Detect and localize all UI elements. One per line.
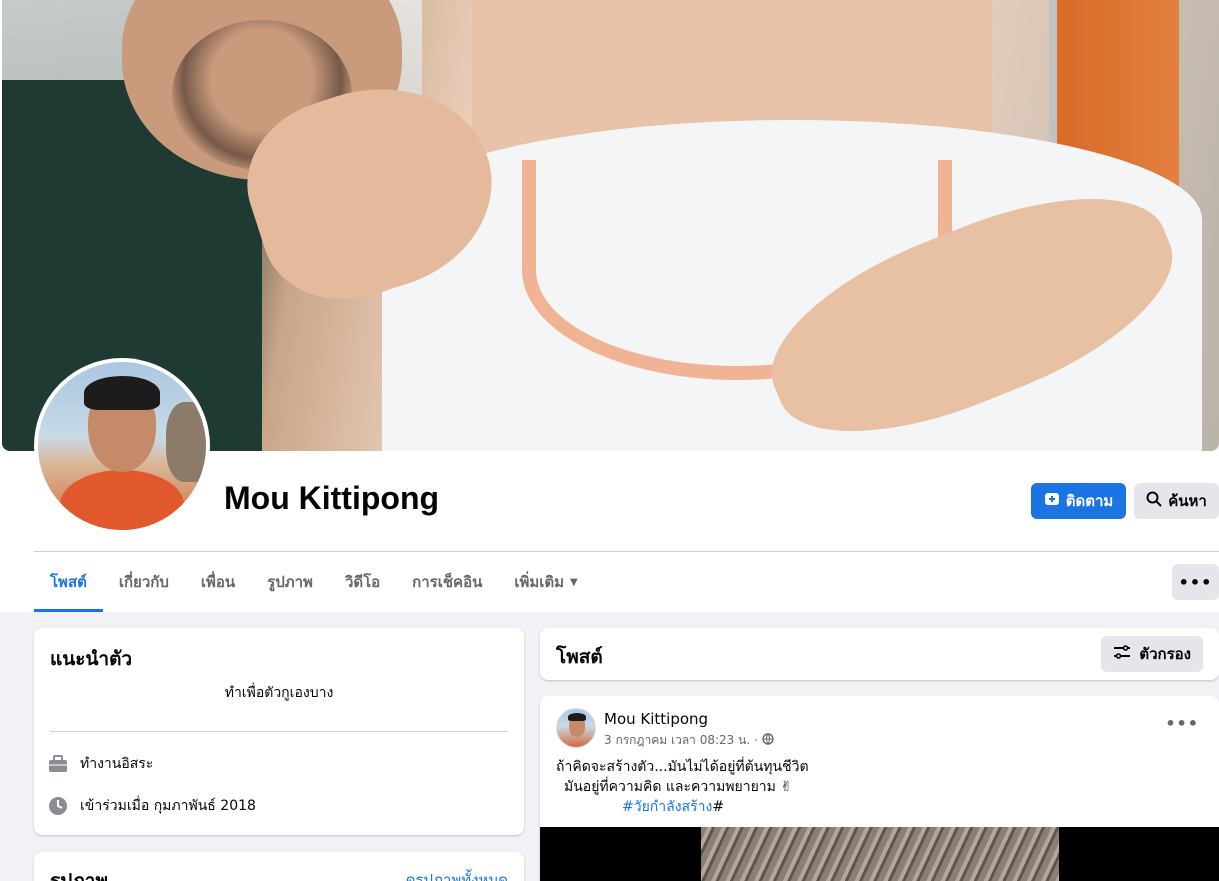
post-text: ถ้าคิดจะสร้างตัว...มันไม่ได้อยู่ที่ต้นทุ… <box>556 759 809 815</box>
follow-button[interactable]: ติดตาม <box>1031 483 1126 519</box>
post-card: Mou Kittipong 3 กรกฎาคม เวลา 08:23 น. · … <box>540 696 1219 881</box>
avatar <box>38 362 206 530</box>
intro-work: ทำงานอิสระ <box>48 753 153 775</box>
post-image <box>701 827 1059 881</box>
intro-title: แนะนำตัว <box>50 648 133 670</box>
see-all-photos-link[interactable]: ดูรูปภาพทั้งหมด <box>406 868 508 881</box>
follow-plus-icon <box>1044 491 1060 511</box>
post-options-button[interactable]: ••• <box>1165 714 1199 733</box>
tab-posts[interactable]: โพสต์ <box>34 552 103 612</box>
post-author-avatar[interactable] <box>556 708 596 748</box>
follow-label: ติดตาม <box>1065 492 1114 510</box>
profile-tabs: โพสต์ เกี่ยวกับ เพื่อน รูปภาพ วิดีโอ การ… <box>34 552 594 612</box>
post-timestamp[interactable]: 3 กรกฎาคม เวลา 08:23 น. · <box>604 731 758 750</box>
post-author-name[interactable]: Mou Kittipong <box>604 710 708 728</box>
profile-name: Mou Kittipong <box>224 480 440 516</box>
tab-checkins[interactable]: การเช็คอิน <box>396 552 498 612</box>
search-button[interactable]: ค้นหา <box>1134 483 1219 519</box>
hashtag-link[interactable]: #วัยกำลังสร้าง <box>622 799 712 815</box>
briefcase-icon <box>48 754 68 774</box>
photos-title: รูปภาพ <box>50 870 108 881</box>
clock-icon <box>48 796 68 816</box>
posts-header-card: โพสต์ ตัวกรอง <box>540 628 1219 680</box>
search-icon <box>1146 491 1162 511</box>
caret-down-icon: ▼ <box>570 576 578 588</box>
intro-divider <box>50 731 508 732</box>
profile-picture[interactable] <box>34 358 210 534</box>
globe-icon <box>762 733 774 748</box>
tab-friends[interactable]: เพื่อน <box>185 552 251 612</box>
posts-title: โพสต์ <box>556 646 603 668</box>
tab-more[interactable]: เพิ่มเติม ▼ <box>498 552 593 612</box>
intro-joined: เข้าร่วมเมื่อ กุมภาพันธ์ 2018 <box>48 795 256 817</box>
tab-photos[interactable]: รูปภาพ <box>251 552 329 612</box>
tab-videos[interactable]: วิดีโอ <box>329 552 396 612</box>
filter-icon <box>1113 644 1131 664</box>
intro-card: แนะนำตัว ทำเพื่อตัวกูเองบาง ทำงานอิสระ เ… <box>34 628 524 835</box>
post-meta: 3 กรกฎาคม เวลา 08:23 น. · <box>604 731 774 750</box>
photos-card: รูปภาพ ดูรูปภาพทั้งหมด <box>34 852 524 881</box>
post-media[interactable] <box>540 827 1219 881</box>
intro-bio: ทำเพื่อตัวกูเองบาง <box>224 685 334 701</box>
filter-button[interactable]: ตัวกรอง <box>1101 636 1203 672</box>
more-options-button[interactable]: ••• <box>1172 564 1219 600</box>
search-label: ค้นหา <box>1168 492 1207 510</box>
tab-about[interactable]: เกี่ยวกับ <box>103 552 185 612</box>
